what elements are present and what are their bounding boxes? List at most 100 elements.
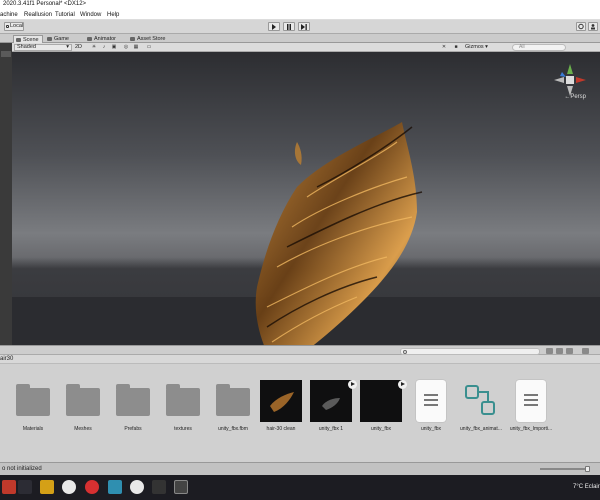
project-header [0,345,600,355]
favorite-icon[interactable] [566,348,573,354]
menu-bar: achine Reallusion Tutorial Window Help [0,10,600,20]
asset-label: Materials [22,426,44,432]
filter-by-label-icon[interactable] [556,348,563,354]
asset-label: unity_fbx.fbm [218,426,248,432]
asset-item-folder[interactable]: Meshes [60,380,106,440]
pivot-local-button[interactable]: Local [4,22,24,31]
asset-item-model[interactable]: unity_fbx 1 [308,380,354,440]
window-titlebar: 2020.3.41f1 Personal* <DX12> [0,0,600,10]
asset-label: Meshes [74,426,92,432]
asset-item-folder[interactable]: Materials [10,380,56,440]
tab-scene[interactable]: Scene [13,35,43,43]
menu-window[interactable]: Window [80,12,101,18]
asset-item-model[interactable]: hair-30 clean [258,380,304,440]
account-button[interactable] [588,22,598,31]
folder-icon [16,384,50,416]
asset-label: unity_fbx [370,426,391,432]
asset-item-animator[interactable]: unity_fbx_animat... [458,380,504,440]
lighting-toggle-icon[interactable]: ☀ [90,44,98,51]
scene-search-placeholder: All [519,44,525,50]
tools-icon[interactable]: ✕ [440,44,448,51]
main-toolbar: Local [0,20,600,34]
shading-mode-dropdown[interactable]: Shaded ▾ [14,44,72,51]
animator-icon [87,37,92,41]
search-icon [403,350,407,354]
opera-icon[interactable] [85,480,99,494]
asset-item-folder[interactable]: unity_fbx.fbm [210,380,256,440]
folder-icon [116,384,150,416]
camera-settings-icon[interactable]: ▭ [145,44,153,51]
grid-toggle-icon[interactable]: ▦ [132,44,140,51]
asset-item-document[interactable]: unity_fbx [408,380,454,440]
hierarchy-strip [0,43,12,345]
breadcrumb-folder[interactable]: air30 [0,356,13,362]
chevron-down-icon: ▾ [66,44,69,50]
task-view-icon[interactable] [18,480,32,494]
app-icon-m[interactable] [108,480,122,494]
tab-asset-store-label: Asset Store [137,36,166,42]
character-creator-icon[interactable] [130,480,144,494]
audio-toggle-icon[interactable]: ♪ [100,44,108,51]
status-bar: o not initialized [0,462,600,475]
play-icon [272,24,276,30]
scene-search-input[interactable]: All [512,44,566,51]
project-breadcrumb: air30 [0,355,600,364]
asset-item-model[interactable]: unity_fbx [358,380,404,440]
menu-help[interactable]: Help [107,12,119,18]
project-search-input[interactable] [400,348,540,355]
shading-mode-label: Shaded [17,44,36,50]
asset-label: unity_fbx [420,426,441,432]
hierarchy-item[interactable] [1,51,11,57]
2d-toggle[interactable]: 2D [75,44,82,50]
file-explorer-icon[interactable] [40,480,54,494]
asset-label: hair-30 clean [266,426,296,432]
asset-label: Prefabs [124,426,142,432]
os-taskbar: 7°C Eclair [0,475,600,500]
unity-hub-icon[interactable] [152,480,166,494]
scene-viewport[interactable]: ←Persp [12,52,600,345]
window-title: 2020.3.41f1 Personal* <DX12> [3,1,87,7]
unity-editor-icon[interactable] [174,480,188,494]
collab-button[interactable] [576,22,586,31]
folder-icon [66,384,100,416]
document-icon [416,380,446,422]
menu-reallusion[interactable]: Reallusion [24,12,52,18]
chrome-icon[interactable] [62,480,76,494]
tab-game[interactable]: Game [45,35,72,43]
play-button[interactable] [268,22,280,31]
status-text: o not initialized [2,466,42,472]
filter-by-type-icon[interactable] [546,348,553,354]
tab-animator[interactable]: Animator [85,35,119,43]
weather-widget[interactable]: 7°C Eclair [573,484,600,490]
gizmos-dropdown[interactable]: Gizmos ▾ [465,44,488,50]
folder-icon [216,384,250,416]
tab-game-label: Game [54,36,69,42]
icon-size-slider-handle[interactable] [585,466,590,472]
menu-machine[interactable]: achine [0,12,18,18]
icon-size-slider[interactable] [540,468,590,470]
hair-model [255,122,423,345]
cloud-gear-icon [578,23,584,30]
effects-toggle-icon[interactable]: ▣ [110,44,118,51]
expand-arrow-icon[interactable] [398,380,407,389]
model-thumbnail [360,380,402,422]
expand-arrow-icon[interactable] [348,380,357,389]
asset-item-document[interactable]: unity_fbx_Importi... [508,380,554,440]
asset-label: textures [174,426,192,432]
projection-label[interactable]: ←Persp [564,94,586,100]
start-icon[interactable] [2,480,16,494]
camera-icon[interactable]: ■ [452,44,460,51]
asset-store-icon [130,37,135,41]
asset-item-folder[interactable]: textures [160,380,206,440]
pause-button[interactable] [283,22,295,31]
visibility-count-icon[interactable] [582,348,589,354]
model-thumbnail [310,380,352,422]
folder-icon [166,384,200,416]
asset-label: unity_fbx_animat... [460,426,502,432]
hidden-objects-icon[interactable]: ◎ [122,44,130,51]
asset-label: unity_fbx 1 [318,426,344,432]
tab-asset-store[interactable]: Asset Store [128,35,168,43]
step-button[interactable] [298,22,310,31]
menu-tutorial[interactable]: Tutorial [55,12,75,18]
asset-item-folder[interactable]: Prefabs [110,380,156,440]
